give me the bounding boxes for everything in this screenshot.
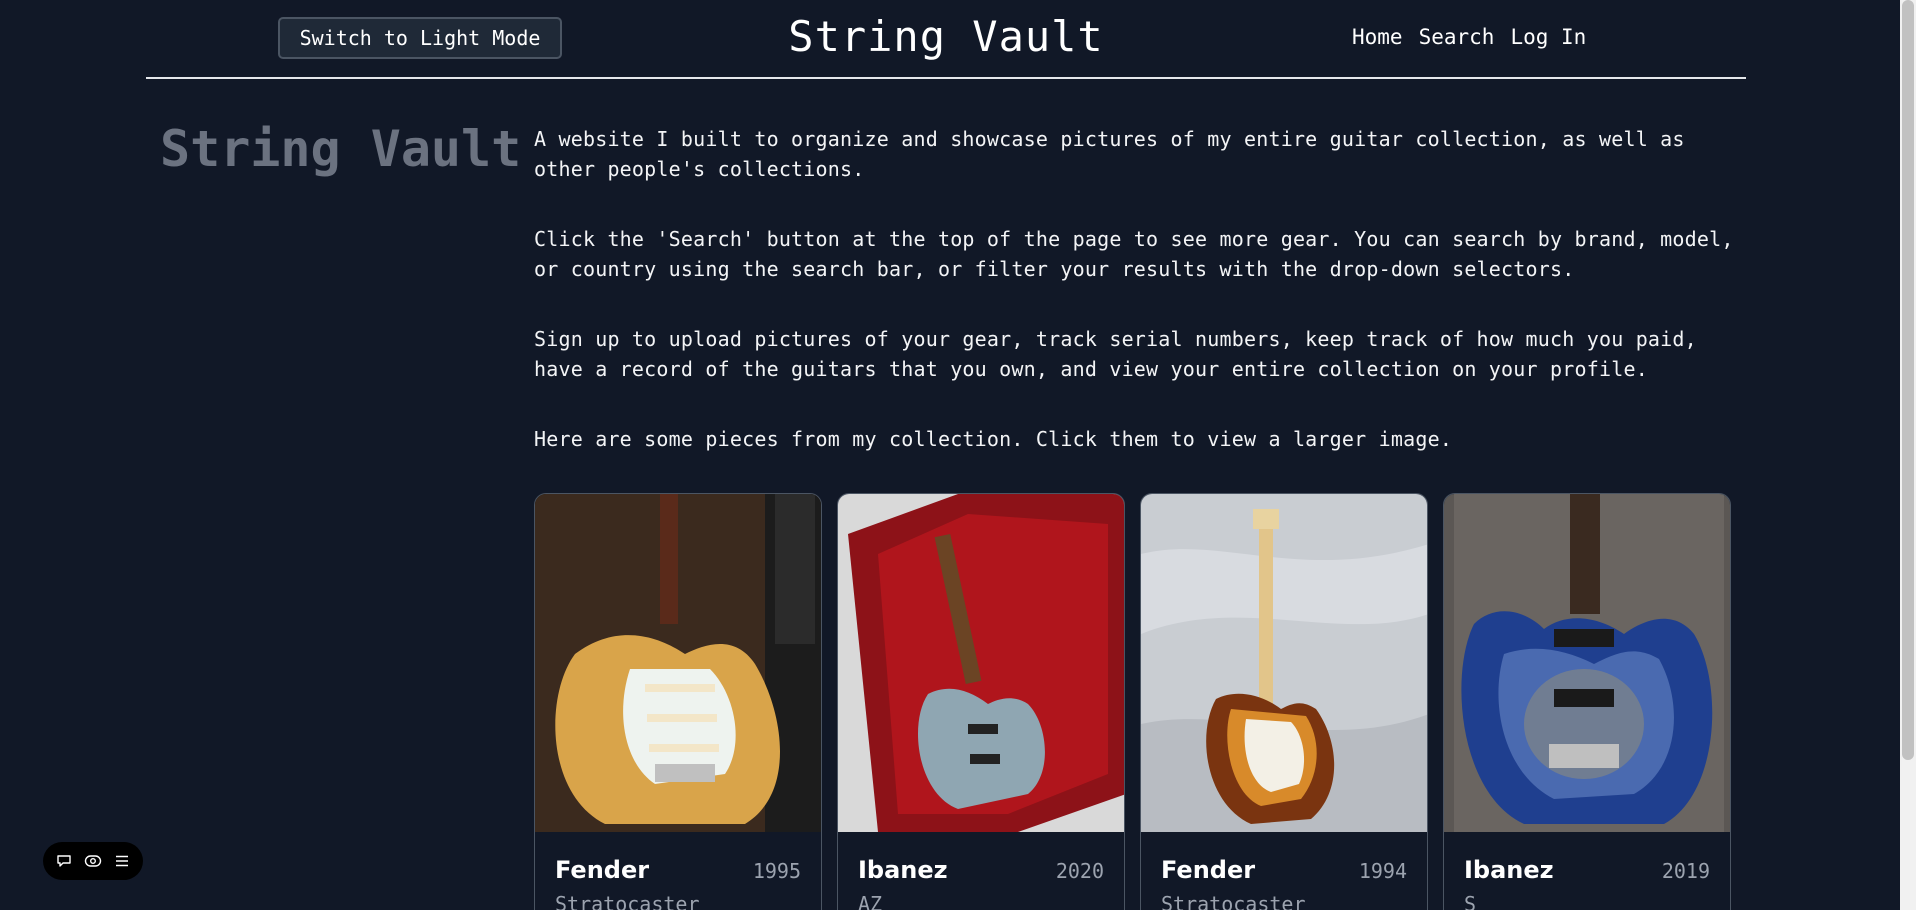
intro-section: A website I built to organize and showca… <box>534 124 1734 494</box>
guitar-photo[interactable] <box>838 494 1124 832</box>
card-info: Fender 1994 Stratocaster <box>1141 856 1427 910</box>
card-info: Ibanez 2019 S <box>1444 856 1730 910</box>
page-scrollbar[interactable] <box>1900 0 1916 910</box>
card-info: Fender 1995 Stratocaster <box>535 856 821 910</box>
guitar-year: 1995 <box>752 859 801 883</box>
site-header: Switch to Light Mode String Vault Home S… <box>146 0 1746 79</box>
guitar-brand: Ibanez <box>1464 856 1554 884</box>
guitar-brand: Fender <box>555 856 650 884</box>
guitar-model: Stratocaster <box>555 892 700 910</box>
guitar-brand: Ibanez <box>858 856 948 884</box>
guitar-year: 1994 <box>1358 859 1407 883</box>
nav-home-link[interactable]: Home <box>1352 25 1403 49</box>
intro-paragraph: Sign up to upload pictures of your gear,… <box>534 327 1697 381</box>
nav-login-link[interactable]: Log In <box>1510 25 1586 49</box>
guitar-photo[interactable] <box>1444 494 1730 832</box>
guitar-year: 2019 <box>1661 859 1710 883</box>
nav-search-link[interactable]: Search <box>1419 25 1495 49</box>
card-info: Ibanez 2020 AZ <box>838 856 1124 910</box>
guitar-cards: Fender 1995 Stratocaster Ibanez 2020 AZ … <box>534 493 1731 910</box>
page: Switch to Light Mode String Vault Home S… <box>0 0 1916 910</box>
menu-icon[interactable] <box>111 850 133 872</box>
side-title: String Vault <box>160 120 522 178</box>
eye-icon[interactable] <box>82 850 104 872</box>
guitar-card[interactable]: Fender 1995 Stratocaster <box>534 493 822 910</box>
guitar-model: AZ <box>858 892 883 910</box>
guitar-model: S <box>1464 892 1477 910</box>
guitar-photo[interactable] <box>535 494 821 832</box>
guitar-card[interactable]: Ibanez 2019 S <box>1443 493 1731 910</box>
scrollbar-thumb[interactable] <box>1902 0 1914 760</box>
intro-paragraph: Here are some pieces from my collection.… <box>534 427 1453 451</box>
main-nav: Home Search Log In <box>1352 25 1602 49</box>
guitar-card[interactable]: Fender 1994 Stratocaster <box>1140 493 1428 910</box>
floating-toolbar <box>43 842 143 880</box>
intro-paragraph: A website I built to organize and showca… <box>534 127 1685 181</box>
guitar-model: Stratocaster <box>1161 892 1306 910</box>
chat-icon[interactable] <box>53 850 75 872</box>
guitar-year: 2020 <box>1055 859 1104 883</box>
guitar-photo[interactable] <box>1141 494 1427 832</box>
guitar-card[interactable]: Ibanez 2020 AZ <box>837 493 1125 910</box>
guitar-brand: Fender <box>1161 856 1256 884</box>
intro-paragraph: Click the 'Search' button at the top of … <box>534 227 1734 281</box>
